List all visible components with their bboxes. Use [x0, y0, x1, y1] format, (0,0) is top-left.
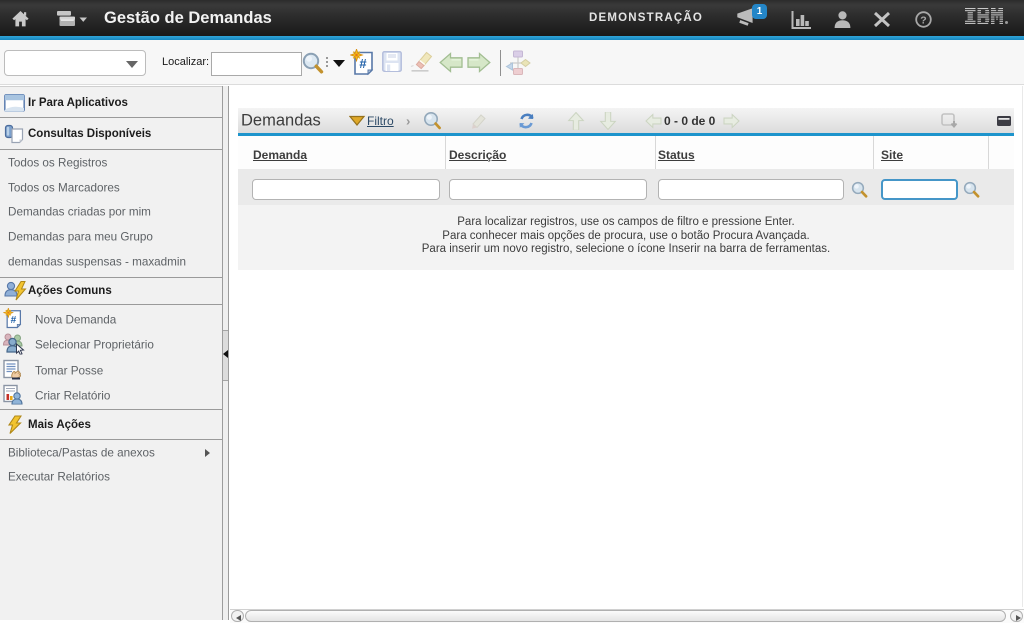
svg-text:#: # — [359, 56, 367, 71]
svg-text:#: # — [11, 315, 17, 326]
svg-text:?: ? — [920, 14, 926, 26]
